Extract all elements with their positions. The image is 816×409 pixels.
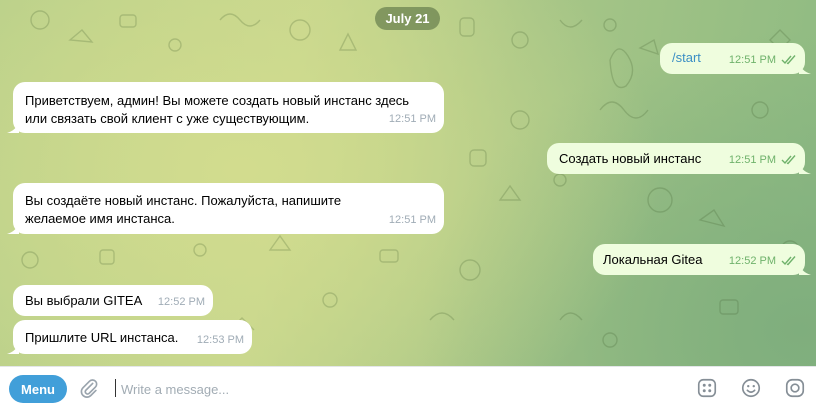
message-text: Вы создаёте новый инстанс. Пожалуйста, н… [25, 193, 342, 226]
message-input[interactable] [119, 376, 663, 402]
bubble-tail [799, 62, 811, 74]
message-incoming[interactable]: Пришлите URL инстанса. 12:53 PM [7, 320, 252, 354]
message-time: 12:53 PM [196, 334, 244, 346]
double-check-icon [781, 55, 796, 65]
message-incoming[interactable]: Приветствуем, админ! Вы можете создать н… [7, 82, 444, 133]
double-check-icon [781, 256, 796, 266]
message-outgoing[interactable]: Создать новый инстанс 12:51 PM [547, 143, 811, 174]
camera-icon[interactable] [784, 377, 806, 399]
message-time: 12:52 PM [157, 296, 205, 308]
message-meta: 12:51 PM [729, 51, 797, 69]
bot-commands-icon[interactable] [696, 377, 718, 399]
chat-area: July 21 /start 12:51 PM Приветствуем, ад… [0, 0, 816, 366]
message-outgoing[interactable]: /start 12:51 PM [660, 43, 811, 74]
message-meta: 12:52 PM [729, 252, 797, 270]
message-meta: 12:51 PM [389, 110, 436, 128]
message-time: 12:51 PM [728, 54, 776, 66]
double-check-icon [781, 155, 796, 165]
message-time: 12:51 PM [388, 113, 436, 125]
message-incoming[interactable]: Вы выбрали GITEA 12:52 PM [13, 285, 213, 316]
bubble-tail [7, 342, 19, 354]
bubble-tail [7, 222, 19, 234]
paperclip-icon[interactable] [78, 377, 100, 399]
message-meta: 12:52 PM [158, 293, 205, 311]
message-composer: Menu [0, 366, 816, 409]
message-meta: 12:53 PM [197, 331, 244, 349]
bot-menu-button[interactable]: Menu [9, 375, 67, 403]
bubble-tail [799, 263, 811, 275]
message-text: Приветствуем, админ! Вы можете создать н… [25, 93, 410, 126]
message-incoming[interactable]: Вы создаёте новый инстанс. Пожалуйста, н… [7, 183, 444, 234]
date-divider: July 21 [375, 7, 440, 30]
message-time: 12:52 PM [728, 255, 776, 267]
message-time: 12:51 PM [388, 214, 436, 226]
emoji-icon[interactable] [740, 377, 762, 399]
message-meta: 12:51 PM [729, 151, 797, 169]
bubble-tail [799, 162, 811, 174]
bubble-tail [7, 121, 19, 133]
message-outgoing[interactable]: Локальная Gitea 12:52 PM [593, 244, 811, 275]
text-cursor [115, 379, 116, 397]
message-meta: 12:51 PM [389, 211, 436, 229]
message-time: 12:51 PM [728, 154, 776, 166]
